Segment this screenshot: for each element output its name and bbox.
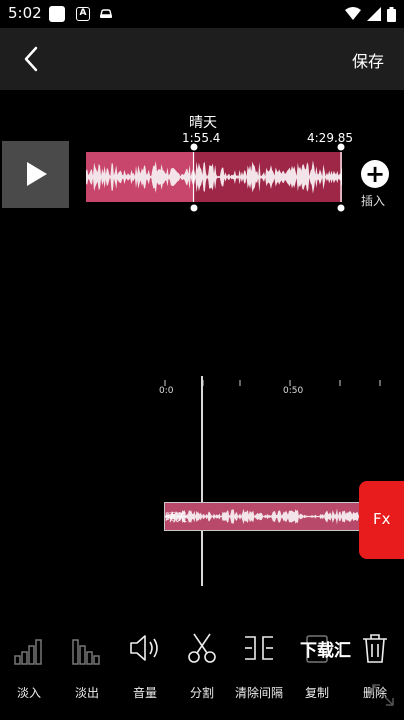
timeline-tick-label: 0:0 — [159, 386, 174, 396]
fx-label: Fx — [373, 510, 391, 528]
status-time: 5:02 — [8, 4, 42, 22]
insert-button[interactable]: + — [361, 160, 389, 188]
trash-icon — [363, 634, 387, 663]
tool-label: 淡出 — [74, 686, 99, 700]
signal-icon — [367, 7, 381, 21]
handle-dot-bottom-left[interactable] — [190, 204, 198, 212]
status-bar: 5:02 A — [0, 0, 404, 28]
selection-start-time: 1:55.4 — [182, 131, 221, 145]
selection-end-time: 4:29.85 — [307, 131, 354, 145]
save-button[interactable]: 保存 — [352, 48, 384, 72]
tool-label: 复制 — [304, 686, 329, 700]
tool-volume[interactable]: 音量 — [116, 620, 174, 720]
top-toolbar: 保存 — [0, 28, 404, 90]
car-icon — [100, 9, 112, 18]
fx-button[interactable]: Fx — [359, 481, 404, 559]
handle-dot-bottom-right[interactable] — [337, 204, 345, 212]
bottom-toolbar: 淡入 淡出 音量 分割 清除间隔 复制 删除 — [0, 620, 404, 720]
white-square-icon — [49, 6, 65, 22]
timeline-tick-label: 0:50 — [283, 386, 304, 396]
wifi-icon — [345, 7, 361, 20]
fade-in-icon — [14, 639, 42, 665]
audio-clip[interactable]: 晴天 — [164, 502, 362, 531]
play-button[interactable] — [2, 141, 69, 208]
track-title: 晴天 — [189, 115, 217, 131]
play-icon — [27, 162, 47, 186]
tool-label: 淡入 — [16, 686, 41, 700]
tool-fade-in[interactable]: 淡入 — [0, 620, 58, 720]
expand-arrows-icon — [372, 684, 394, 706]
waveform-editor[interactable] — [86, 152, 342, 202]
tool-fade-out[interactable]: 淡出 — [58, 620, 116, 720]
tool-label: 清除间隔 — [234, 686, 283, 700]
clip-waveform — [165, 508, 361, 525]
tool-label: 音量 — [132, 686, 157, 700]
clear-gap-icon — [245, 636, 273, 660]
watermark-text: 下载汇 — [300, 641, 351, 661]
plus-icon: + — [364, 160, 386, 188]
fade-out-icon — [72, 639, 100, 665]
volume-icon — [130, 635, 158, 661]
status-right-icons — [345, 6, 396, 22]
insert-label: 插入 — [361, 194, 386, 208]
scissors-icon — [188, 633, 216, 663]
battery-icon — [387, 6, 396, 22]
a-box-icon: A — [76, 7, 90, 21]
chevron-left-icon[interactable] — [16, 43, 48, 75]
tool-label: 分割 — [189, 686, 214, 700]
playhead[interactable] — [201, 376, 203, 586]
tool-clear-gap[interactable]: 清除间隔 — [230, 620, 288, 720]
tool-copy[interactable]: 复制 — [288, 620, 346, 720]
clip-label: 晴天 — [165, 511, 187, 524]
tool-split[interactable]: 分割 — [173, 620, 231, 720]
